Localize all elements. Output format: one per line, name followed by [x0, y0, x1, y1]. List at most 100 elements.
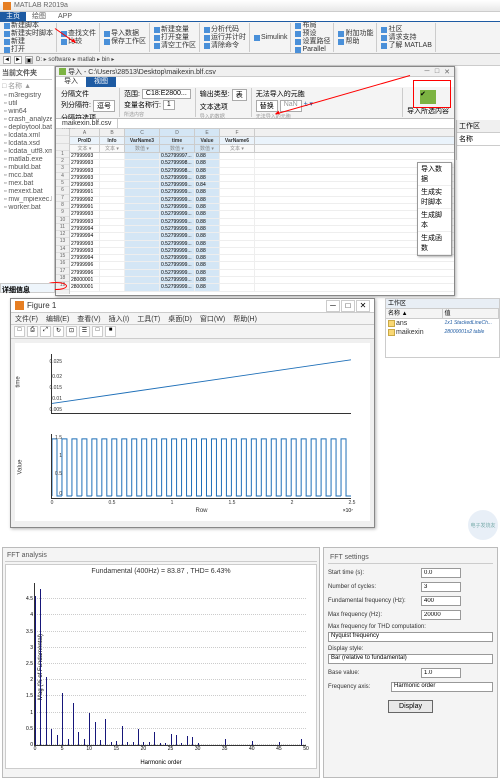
file-item[interactable]: ▫ mexext.bat: [2, 188, 52, 196]
minimize-button[interactable]: ─: [326, 300, 340, 312]
table-row[interactable]: 279999940.52799999...0.88: [70, 226, 454, 233]
ribbon-button[interactable]: 打开变量: [154, 34, 196, 42]
file-item[interactable]: ▫ util: [2, 100, 52, 108]
close-button[interactable]: ✕: [443, 68, 451, 76]
base-input[interactable]: [421, 668, 461, 678]
file-item[interactable]: ▫ win64: [2, 108, 52, 116]
ribbon-button[interactable]: 请求支持: [381, 34, 431, 42]
file-item[interactable]: ▫ mbuild.bat: [2, 164, 52, 172]
ribbon-button[interactable]: 运行并计时: [204, 34, 246, 42]
ribbon-button[interactable]: 新建: [4, 38, 53, 46]
menu-gen-script[interactable]: 生成脚本: [418, 209, 451, 232]
table-row[interactable]: 279999910.52799999...0.88: [70, 204, 454, 211]
ribbon-button[interactable]: 打开: [4, 46, 53, 54]
file-item[interactable]: ▫ matlab.exe: [2, 156, 52, 164]
file-item[interactable]: ▫ mw_mpiexec.bat: [2, 196, 52, 204]
table-row[interactable]: 279999930.52799998...0.88: [70, 168, 454, 175]
table-row[interactable]: 279999910.52799999...0.88: [70, 189, 454, 196]
tab-app[interactable]: APP: [52, 12, 78, 21]
ribbon-button[interactable]: 保存工作区: [104, 38, 146, 46]
tool-button[interactable]: ☰: [79, 326, 90, 337]
ribbon-button[interactable]: Simulink: [254, 34, 287, 42]
tool-button[interactable]: ⤢: [40, 326, 51, 337]
tab-plot[interactable]: 绘图: [26, 12, 52, 21]
file-item[interactable]: ▫ mex.bat: [2, 180, 52, 188]
menu-gen-live[interactable]: 生成实时脚本: [418, 186, 451, 209]
ws-col-name[interactable]: 名称 ▲: [386, 309, 443, 318]
ribbon-button[interactable]: 新建实时脚本: [4, 30, 53, 38]
table-row[interactable]: 279999930.52799999...0.88: [70, 248, 454, 255]
ribbon-button[interactable]: 社区: [381, 26, 431, 34]
menu-import-data[interactable]: 导入数据: [418, 163, 451, 186]
table-row[interactable]: 280000010.52799999...0.88: [70, 277, 454, 284]
ribbon-button[interactable]: 新建脚本: [4, 22, 53, 30]
start-time-input[interactable]: [421, 568, 461, 578]
import-tab-import[interactable]: 导入: [56, 77, 86, 87]
tab-home[interactable]: 主页: [0, 12, 26, 21]
file-item[interactable]: ▫ lcdata.xsd: [2, 140, 52, 148]
ws-row[interactable]: maikexin 28000001x2 table: [386, 328, 499, 337]
menu-gen-func[interactable]: 生成函数: [418, 232, 451, 255]
path-text[interactable]: D: ▸ software ▸ matlab ▸ bin ▸: [36, 56, 497, 63]
fund-freq-input[interactable]: [421, 596, 461, 606]
table-row[interactable]: 280000010.52799999...0.88: [70, 284, 454, 291]
ribbon-button[interactable]: 新建变量: [154, 26, 196, 34]
table-row[interactable]: 279999960.52799999...0.88: [70, 262, 454, 269]
menu-item[interactable]: 工具(T): [137, 314, 160, 324]
delim-type[interactable]: 分隔文件: [61, 89, 115, 99]
menu-item[interactable]: 文件(F): [15, 314, 38, 324]
ribbon-button[interactable]: 帮助: [338, 38, 373, 46]
close-button[interactable]: ✕: [356, 300, 370, 312]
import-tab-view[interactable]: 视图: [86, 77, 116, 87]
tool-button[interactable]: □: [14, 326, 25, 337]
display-button[interactable]: Display: [388, 700, 433, 713]
ribbon-button[interactable]: 清空工作区: [154, 42, 196, 50]
table-row[interactable]: 279999940.52799999...0.88: [70, 255, 454, 262]
file-item[interactable]: ▫ lcdata.xml: [2, 132, 52, 140]
minimize-button[interactable]: ─: [423, 68, 431, 76]
tool-button[interactable]: ↻: [53, 326, 64, 337]
table-row[interactable]: 279999930.52799999...0.84: [70, 182, 454, 189]
file-item[interactable]: ▫ crash_analyzer.cfg: [2, 116, 52, 124]
menu-item[interactable]: 插入(I): [109, 314, 130, 324]
menu-item[interactable]: 编辑(E): [46, 314, 69, 324]
ribbon-button[interactable]: 布局: [295, 22, 330, 30]
tool-button[interactable]: ■: [105, 326, 116, 337]
style-select[interactable]: Bar (relative to fundamental): [328, 654, 493, 664]
file-item[interactable]: ▫ mcc.bat: [2, 172, 52, 180]
file-item[interactable]: ▫ m3registry: [2, 92, 52, 100]
ribbon-button[interactable]: 设置路径: [295, 38, 330, 46]
back-button[interactable]: ◄: [3, 56, 11, 64]
menu-item[interactable]: 帮助(H): [233, 314, 257, 324]
maximize-button[interactable]: □: [433, 68, 441, 76]
menu-item[interactable]: 窗口(W): [200, 314, 225, 324]
max-freq-input[interactable]: [421, 610, 461, 620]
ws-col-val[interactable]: 值: [443, 309, 500, 318]
ribbon-button[interactable]: 预设: [295, 30, 330, 38]
tool-button[interactable]: ⊡: [66, 326, 77, 337]
sheet-tab[interactable]: maikexin.blf.csv: [56, 119, 118, 128]
table-row[interactable]: 279999930.52799998...0.88: [70, 160, 454, 167]
file-item[interactable]: ▫ deploytool.bat: [2, 124, 52, 132]
ribbon-button[interactable]: 导入数据: [104, 30, 146, 38]
table-row[interactable]: 279999940.52799999...0.88: [70, 233, 454, 240]
tool-button[interactable]: ⎙: [27, 326, 38, 337]
ribbon-button[interactable]: Parallel: [295, 46, 330, 54]
faxis-select[interactable]: Harmonic order: [391, 682, 493, 692]
file-item[interactable]: ▫ lcdata_utf8.xml: [2, 148, 52, 156]
thd-select[interactable]: Nyquist frequency: [328, 632, 493, 642]
menu-item[interactable]: 桌面(D): [168, 314, 192, 324]
table-row[interactable]: 279999930.52799999...0.88: [70, 241, 454, 248]
table-row[interactable]: 279999930.52799999...0.88: [70, 175, 454, 182]
folder-icon[interactable]: ▣: [25, 56, 33, 64]
table-row[interactable]: 279999960.52799999...0.88: [70, 270, 454, 277]
maximize-button[interactable]: □: [341, 300, 355, 312]
ribbon-button[interactable]: 分析代码: [204, 26, 246, 34]
ribbon-button[interactable]: 附加功能: [338, 30, 373, 38]
table-row[interactable]: 279999920.52799999...0.88: [70, 197, 454, 204]
file-item[interactable]: ▫ worker.bat: [2, 204, 52, 212]
ws-row[interactable]: ans 1x1 StackedLineCh...: [386, 319, 499, 328]
fwd-button[interactable]: ►: [14, 56, 22, 64]
table-row[interactable]: 279999930.52799999...0.88: [70, 219, 454, 226]
table-row[interactable]: 279999930.52799997...0.88: [70, 153, 454, 160]
